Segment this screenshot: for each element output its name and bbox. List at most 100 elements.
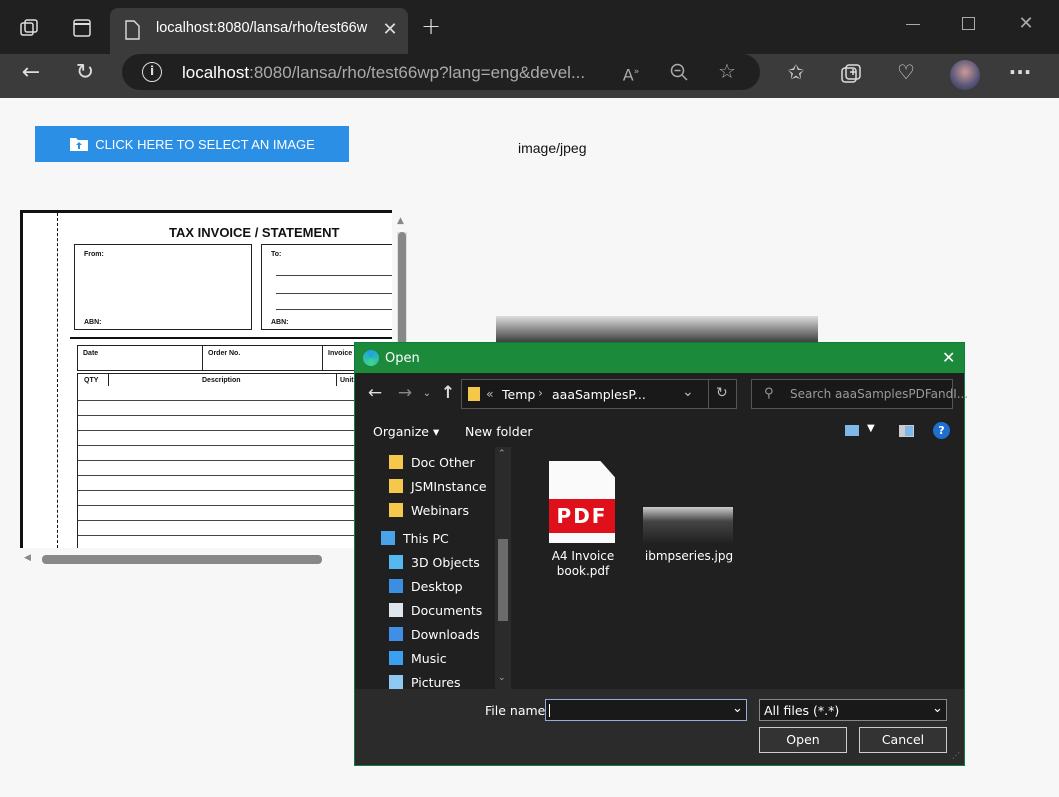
to-label: To: (271, 251, 282, 258)
invoice-title: TAX INVOICE / STATEMENT (169, 225, 340, 240)
more-icon[interactable]: ··· (1008, 62, 1032, 82)
tear-line (57, 213, 58, 548)
folder-icon (389, 479, 403, 493)
nav-item-label: Documents (411, 602, 483, 618)
file-name-dropdown-icon[interactable]: ⌄ (732, 701, 743, 716)
zoom-icon[interactable] (670, 63, 688, 85)
nav-item-downloads[interactable]: Downloads (389, 623, 480, 645)
close-icon[interactable]: ✕ (380, 20, 400, 40)
favorite-icon[interactable]: ☆ (716, 61, 738, 81)
unit-header: Unit (340, 377, 354, 384)
url-text[interactable]: localhost:8080/lansa/rho/test66wp?lang=e… (182, 63, 585, 83)
dialog-close-icon[interactable]: ✕ (942, 348, 955, 367)
description-header: Description (202, 377, 241, 384)
cube-icon (389, 555, 403, 569)
qty-header: QTY (84, 377, 99, 384)
up-icon[interactable]: ↑ (438, 383, 458, 403)
back-icon[interactable]: ← (20, 62, 42, 84)
breadcrumb-current[interactable]: aaaSamplesP... (552, 387, 646, 402)
breadcrumb-temp[interactable]: Temp (502, 387, 535, 402)
read-aloud-icon[interactable]: A» (620, 62, 642, 85)
nav-item-documents[interactable]: Documents (389, 599, 482, 621)
nav-item-3d-objects[interactable]: 3D Objects (389, 551, 480, 573)
resize-grip-icon[interactable]: ⋰ (952, 751, 960, 760)
refresh-icon[interactable]: ↻ (716, 385, 728, 401)
maximize-icon[interactable] (962, 17, 975, 30)
nav-item-doc-other[interactable]: Doc Other (389, 451, 475, 473)
back-icon[interactable]: ← (365, 383, 385, 403)
url-path: :8080/lansa/rho/test66wp?lang=eng&devel.… (249, 63, 586, 82)
abn-label: ABN: (271, 319, 289, 326)
vertical-tabs-icon[interactable] (72, 19, 92, 42)
nav-item-this-pc[interactable]: This PC (381, 527, 449, 549)
nav-item-label: Music (411, 650, 447, 666)
window-close-icon[interactable]: ✕ (1016, 14, 1036, 34)
change-view-icon[interactable] (845, 425, 859, 436)
file-name-pdf: A4 Invoice book.pdf (539, 549, 627, 579)
nav-item-pictures[interactable]: Pictures (389, 671, 461, 689)
preview-pane-icon[interactable] (899, 425, 914, 437)
tab-actions-icon[interactable] (18, 18, 40, 43)
minimize-icon[interactable] (906, 24, 920, 25)
scroll-up-arrow[interactable]: ▲ (397, 216, 404, 226)
info-icon[interactable]: i (142, 62, 162, 82)
nav-scroll-thumb[interactable] (498, 539, 508, 621)
profile-icon[interactable] (950, 60, 980, 90)
navigation-scrollbar[interactable]: ⌃ ⌄ (495, 447, 511, 689)
view-dropdown-icon[interactable]: ▼ (867, 423, 875, 434)
select-image-button[interactable]: CLICK HERE TO SELECT AN IMAGE (35, 126, 349, 162)
new-tab-icon[interactable]: + (420, 14, 442, 38)
abn-label: ABN: (84, 319, 102, 326)
vertical-scroll-thumb[interactable] (398, 232, 406, 352)
image-thumbnail (643, 507, 733, 543)
select-image-label: CLICK HERE TO SELECT AN IMAGE (95, 136, 315, 152)
nav-item-label: Downloads (411, 626, 480, 642)
new-folder-button[interactable]: New folder (465, 424, 533, 439)
nav-scroll-up-icon[interactable]: ⌃ (498, 449, 506, 459)
open-button[interactable]: Open (759, 727, 847, 753)
nav-item-label: This PC (403, 530, 449, 546)
open-dialog: Open ✕ ← → ⌄ ↑ « Temp › aaaSamplesP... ⌄… (354, 342, 968, 766)
file-type-value: All files (*.*) (764, 703, 840, 718)
organize-button[interactable]: Organize ▾ (373, 424, 439, 439)
nav-item-music[interactable]: Music (389, 647, 447, 669)
horizontal-scroll-thumb[interactable] (42, 555, 322, 564)
file-type-dropdown-icon[interactable]: ⌄ (932, 701, 943, 716)
file-type-select[interactable]: All files (*.*) ⌄ (759, 699, 947, 721)
dialog-footer: File name: ⌄ All files (*.*) ⌄ Open Canc… (355, 689, 964, 765)
health-icon[interactable]: ♡ (894, 62, 918, 82)
folder-icon (389, 455, 403, 469)
nav-item-jsminstance[interactable]: JSMInstance (389, 475, 487, 497)
active-tab[interactable]: localhost:8080/lansa/rho/test66w ✕ (110, 8, 408, 54)
favorites-icon[interactable]: ✩ (784, 62, 808, 82)
mime-type-text: image/jpeg (518, 140, 587, 156)
forward-icon[interactable]: → (395, 383, 415, 403)
collections-icon[interactable] (840, 63, 862, 89)
cancel-button[interactable]: Cancel (859, 727, 947, 753)
nav-item-desktop[interactable]: Desktop (389, 575, 463, 597)
from-label: From: (84, 251, 104, 258)
file-name-input[interactable]: ⌄ (545, 699, 747, 721)
file-item-pdf[interactable]: PDF A4 Invoice book.pdf (539, 457, 627, 579)
scroll-left-arrow[interactable]: ◀ (24, 553, 31, 563)
file-name-line1: A4 Invoice (551, 549, 615, 563)
address-bar[interactable]: i localhost:8080/lansa/rho/test66wp?lang… (122, 54, 760, 90)
file-name-label: File name: (485, 703, 550, 718)
picture-icon (389, 675, 403, 689)
folder-icon (468, 387, 480, 401)
breadcrumb-overflow[interactable]: « (486, 386, 494, 401)
nav-item-webinars[interactable]: Webinars (389, 499, 469, 521)
help-icon[interactable]: ? (933, 422, 950, 439)
file-name-jpg: ibmpseries.jpg (644, 549, 734, 563)
to-box: To: ABN: (261, 244, 392, 330)
nav-scroll-down-icon[interactable]: ⌄ (498, 673, 506, 683)
dialog-titlebar: Open ✕ (355, 343, 964, 373)
search-box[interactable]: ⚲ Search aaaSamplesPDFandI... (751, 379, 968, 409)
nav-item-label: Doc Other (411, 454, 475, 470)
recent-dropdown-icon[interactable]: ⌄ (421, 384, 433, 404)
order-row: Date Order No. Invoice (77, 345, 392, 371)
address-breadcrumb[interactable]: « Temp › aaaSamplesP... ⌄ ↻ (461, 379, 737, 409)
file-item-jpg[interactable]: ibmpseries.jpg (639, 457, 739, 577)
refresh-icon[interactable]: ↻ (74, 62, 96, 84)
address-dropdown-icon[interactable]: ⌄ (682, 384, 694, 400)
